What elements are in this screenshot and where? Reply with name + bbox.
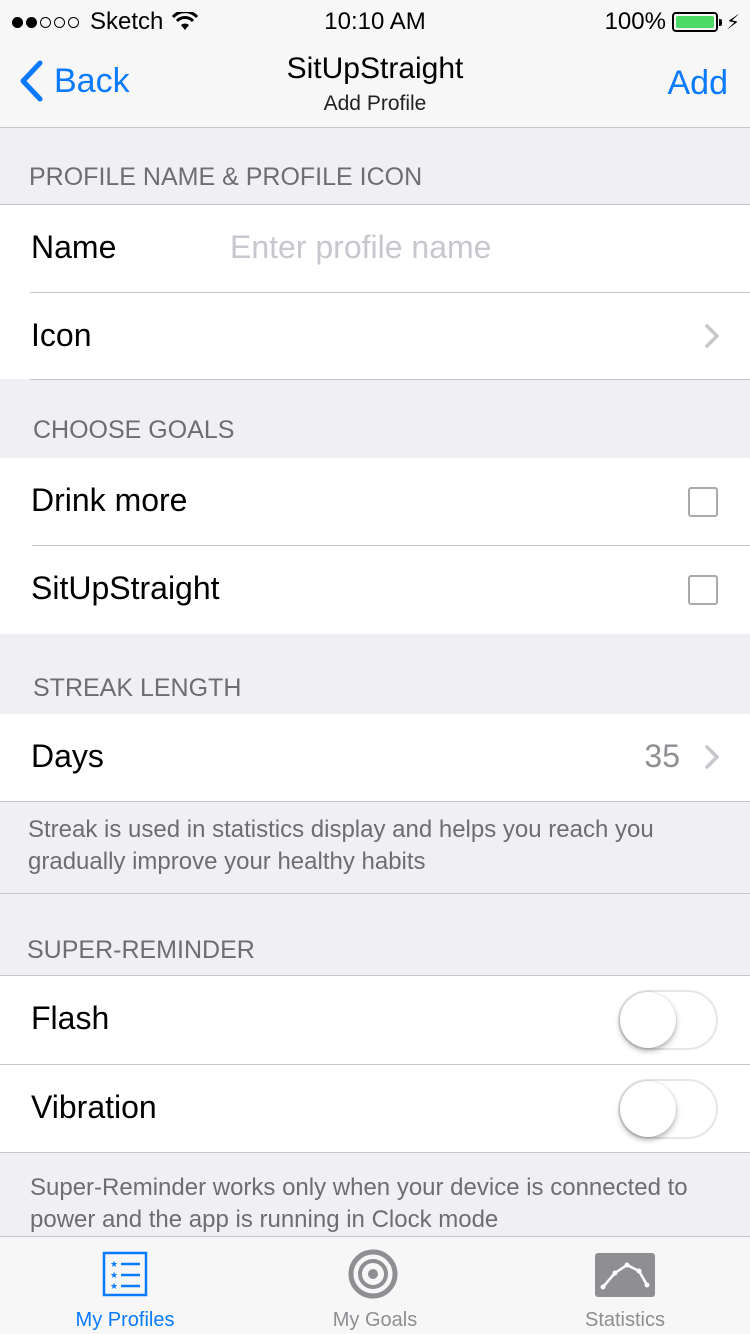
battery-info: 100% ⚡ bbox=[605, 8, 740, 36]
profiles-list-icon: ★ ★ ★ bbox=[102, 1251, 148, 1297]
divider bbox=[0, 893, 750, 894]
divider bbox=[0, 1152, 750, 1153]
vibration-cell: Vibration bbox=[0, 1065, 750, 1153]
add-button[interactable]: Add bbox=[668, 64, 729, 103]
icon-cell[interactable]: Icon bbox=[0, 293, 750, 379]
divider bbox=[0, 801, 750, 802]
name-cell[interactable]: Name Enter profile name bbox=[0, 205, 750, 293]
tab-my-profiles[interactable]: ★ ★ ★ My Profiles bbox=[0, 1237, 250, 1334]
status-bar: Sketch 10:10 AM 100% ⚡ bbox=[0, 0, 750, 40]
section-header-profile: PROFILE NAME & PROFILE ICON bbox=[29, 163, 423, 191]
days-cell[interactable]: Days 35 bbox=[0, 714, 750, 802]
page-subtitle: Add Profile bbox=[323, 92, 427, 115]
tab-statistics[interactable]: Statistics bbox=[500, 1237, 750, 1334]
page-title: SitUpStraight bbox=[286, 52, 464, 85]
tab-label: My Goals bbox=[332, 1309, 418, 1331]
goal-row-situpstraight[interactable]: SitUpStraight bbox=[0, 546, 750, 634]
icon-label: Icon bbox=[31, 317, 92, 353]
svg-text:★: ★ bbox=[110, 1260, 118, 1270]
goal-row-drink-more[interactable]: Drink more bbox=[0, 458, 750, 546]
vibration-label: Vibration bbox=[31, 1089, 157, 1125]
days-label: Days bbox=[31, 738, 104, 774]
goal-label: SitUpStraight bbox=[31, 570, 220, 606]
target-icon bbox=[348, 1249, 398, 1299]
chevron-right-icon bbox=[705, 745, 719, 769]
chart-icon bbox=[595, 1253, 655, 1297]
svg-text:★: ★ bbox=[110, 1271, 118, 1281]
chevron-right-icon bbox=[705, 324, 719, 348]
reminder-note: Super-Reminder works only when your devi… bbox=[30, 1174, 688, 1233]
section-header-reminder: SUPER-REMINDER bbox=[27, 936, 255, 964]
situpstraight-checkbox[interactable] bbox=[688, 575, 718, 605]
divider bbox=[30, 379, 750, 380]
streak-note: Streak is used in statistics display and… bbox=[28, 816, 654, 875]
profile-name-input[interactable]: Enter profile name bbox=[230, 229, 491, 266]
section-header-goals: CHOOSE GOALS bbox=[33, 416, 235, 444]
flash-label: Flash bbox=[31, 1000, 110, 1036]
tab-bar: ★ ★ ★ My Profiles My Goals Statistics bbox=[0, 1236, 750, 1334]
name-label: Name bbox=[31, 229, 117, 265]
vibration-toggle[interactable] bbox=[618, 1079, 718, 1139]
flash-cell: Flash bbox=[0, 976, 750, 1064]
navigation-bar: Back SitUpStraight Add Profile Add bbox=[0, 40, 750, 128]
section-header-streak: STREAK LENGTH bbox=[33, 674, 242, 702]
days-value: 35 bbox=[644, 738, 680, 774]
tab-label: My Profiles bbox=[75, 1309, 175, 1331]
tab-label: Statistics bbox=[584, 1309, 666, 1331]
svg-text:★: ★ bbox=[110, 1282, 118, 1292]
drink-more-checkbox[interactable] bbox=[688, 487, 718, 517]
battery-icon bbox=[671, 12, 722, 32]
charging-icon: ⚡ bbox=[725, 11, 740, 34]
tab-my-goals[interactable]: My Goals bbox=[250, 1237, 500, 1334]
flash-toggle[interactable] bbox=[618, 990, 718, 1050]
battery-percent: 100% bbox=[604, 8, 666, 35]
goal-label: Drink more bbox=[31, 482, 188, 518]
